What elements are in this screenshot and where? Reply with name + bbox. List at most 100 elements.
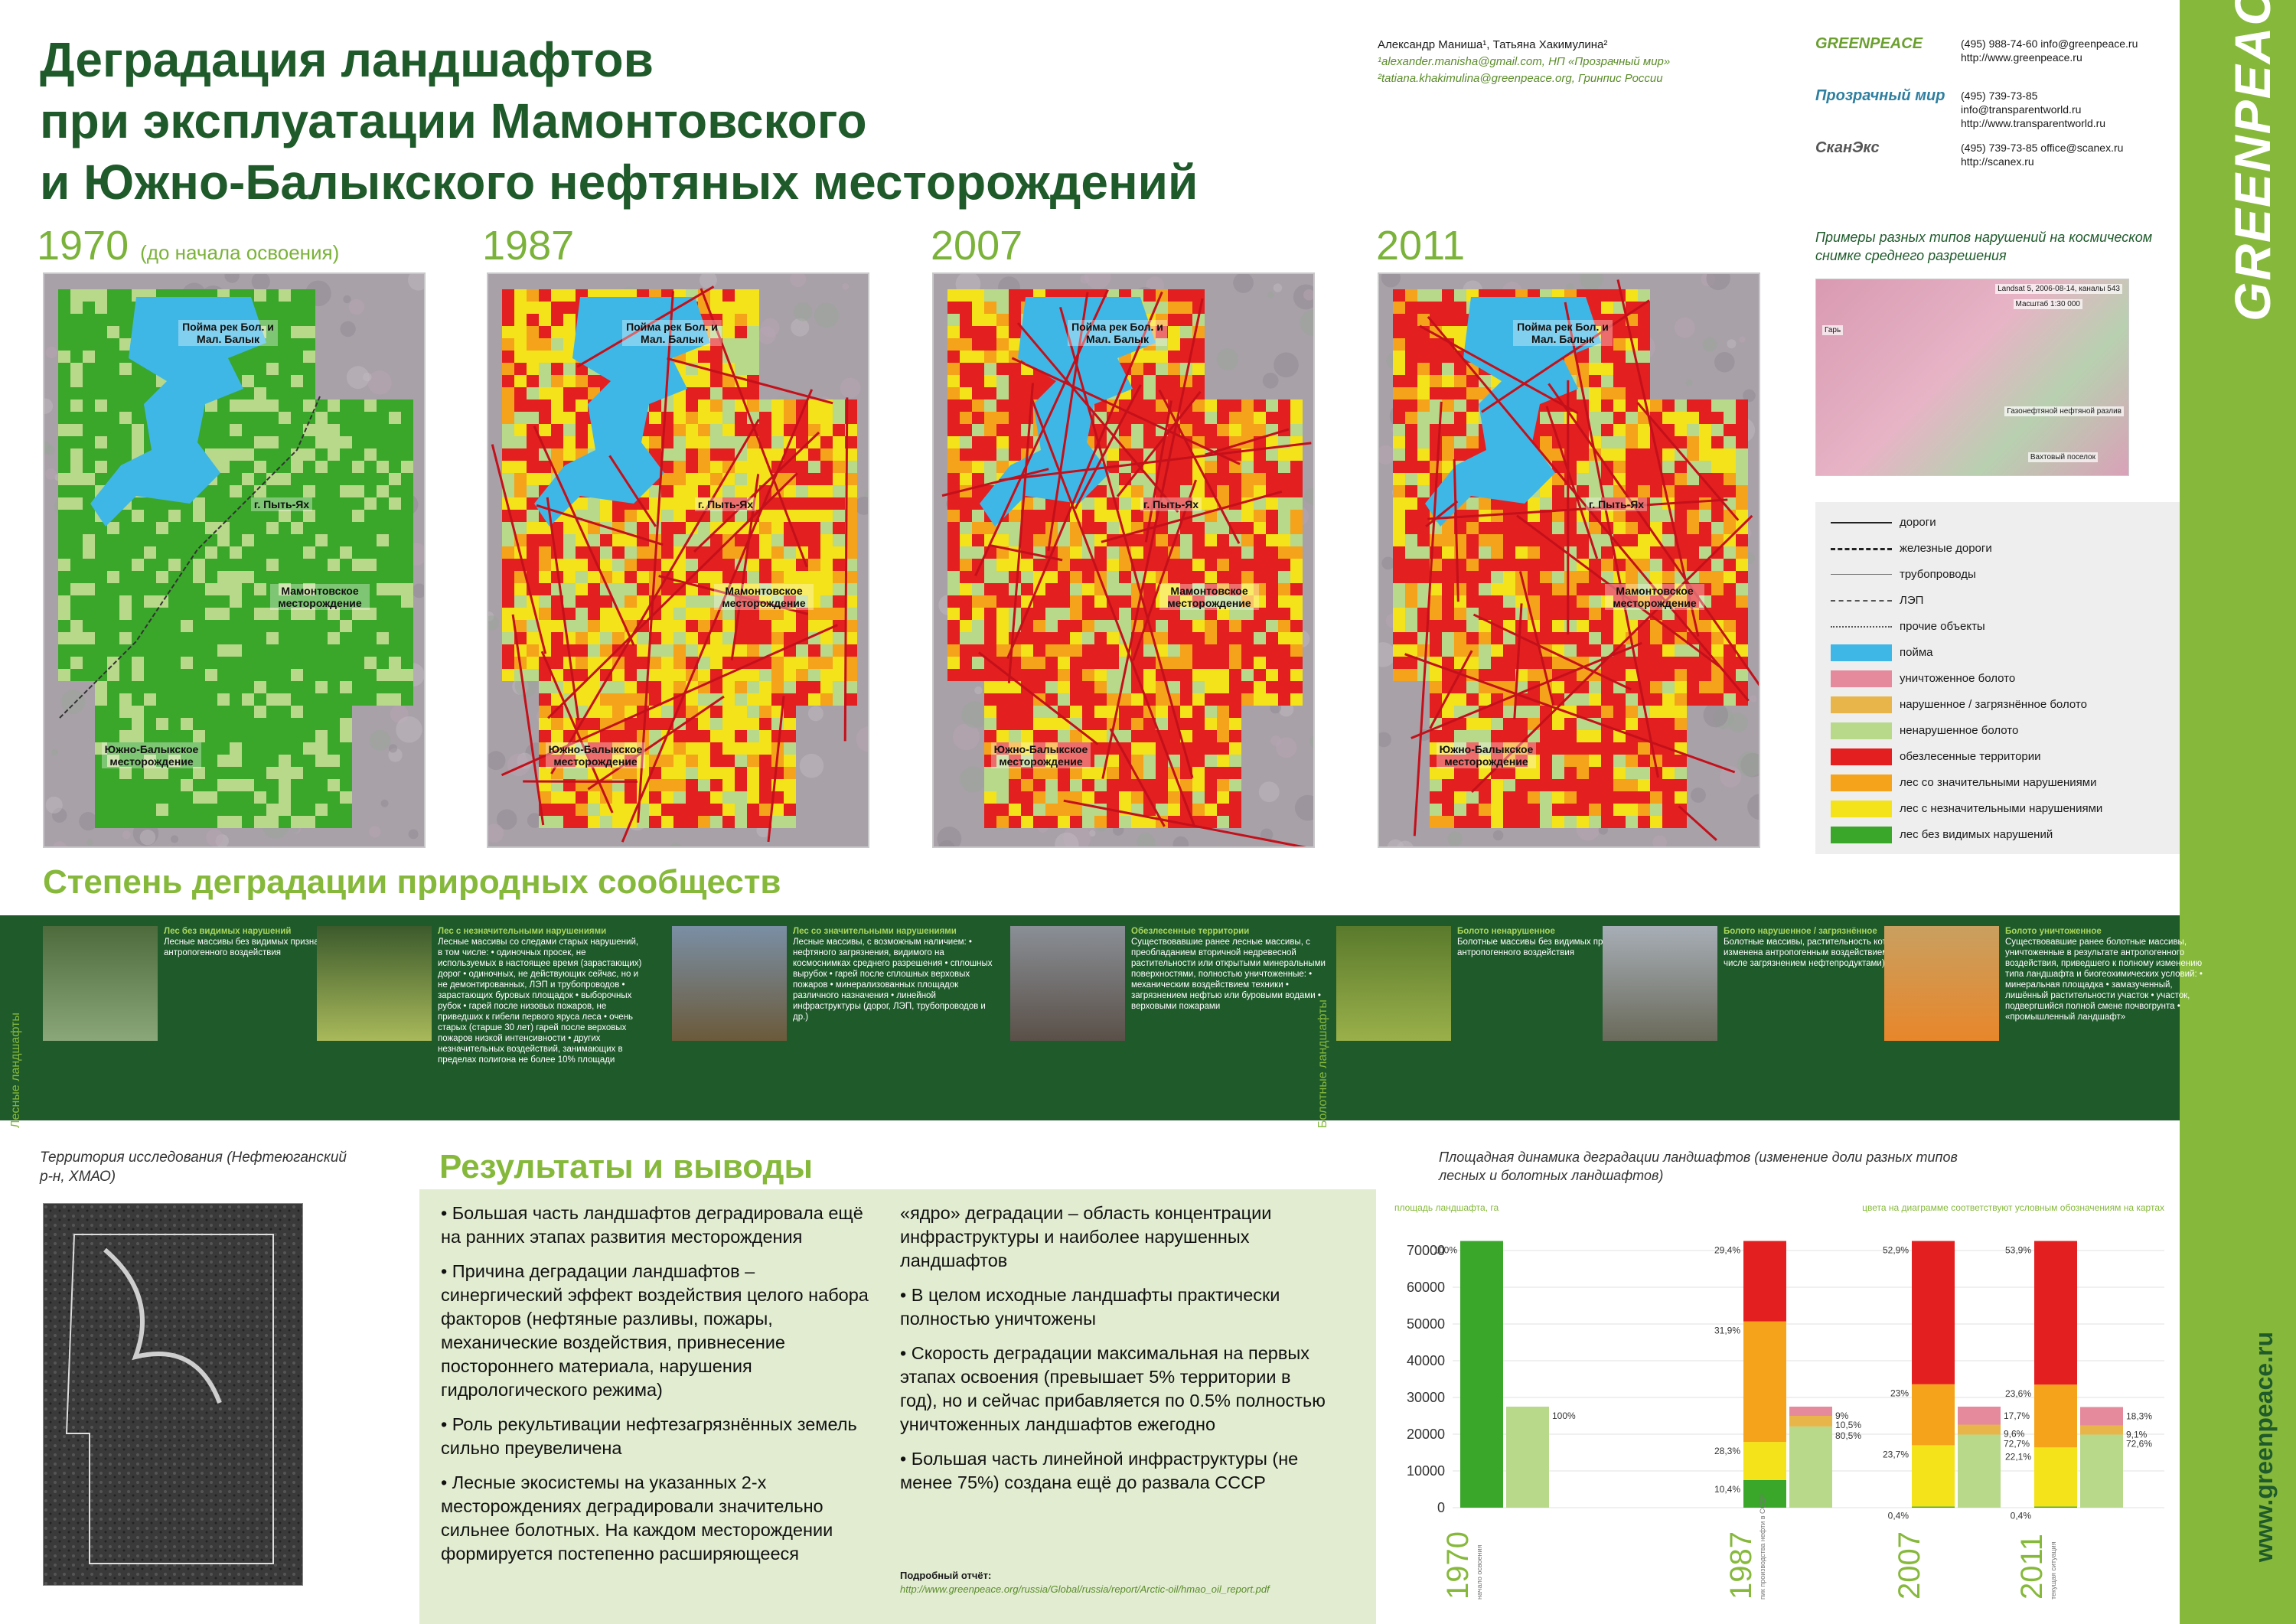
landscape-cell xyxy=(1180,559,1192,571)
map-place-label: Пойма рек Бол. и Мал. Балык xyxy=(178,320,278,346)
contact-line[interactable]: http://www.transparentworld.ru xyxy=(1961,116,2167,130)
contact-line[interactable]: (495) 739-73-85 xyxy=(1961,89,2167,103)
landscape-cell xyxy=(279,485,291,497)
landscape-cell xyxy=(686,387,698,399)
author-affiliation[interactable]: ²tatiana.khakimulina@greenpeace.org, Гри… xyxy=(1378,70,1806,87)
contact-line[interactable]: http://www.greenpeace.ru xyxy=(1961,51,2167,64)
map-2011[interactable]: Пойма рек Бол. и Мал. Балык г. Пыть-Ях Мам… xyxy=(1378,272,1760,848)
greenpeace-url[interactable]: www.greenpeace.ru xyxy=(2250,1332,2278,1562)
landscape-cell xyxy=(1266,571,1278,583)
landscape-cell xyxy=(230,461,242,473)
landscape-cell xyxy=(600,632,612,644)
landscape-cell xyxy=(1638,644,1650,657)
landscape-cell xyxy=(984,436,996,448)
landscape-cell xyxy=(637,571,649,583)
landscape-cell xyxy=(1156,412,1168,424)
landscape-cell xyxy=(673,791,686,804)
landscape-cell xyxy=(132,412,144,424)
landscape-cell xyxy=(266,485,279,497)
contact-line[interactable]: http://scanex.ru xyxy=(1961,155,2167,168)
landscape-cell xyxy=(315,681,328,693)
landscape-cell xyxy=(315,461,328,473)
landscape-cell xyxy=(539,412,551,424)
landscape-cell xyxy=(315,436,328,448)
landscape-cell xyxy=(686,620,698,632)
landscape-cell xyxy=(771,571,784,583)
landscape-cell xyxy=(291,693,303,706)
landscape-cell xyxy=(600,595,612,608)
landscape-cell xyxy=(1107,816,1119,828)
landscape-cell xyxy=(1699,669,1711,681)
landscape-cell xyxy=(947,644,960,657)
landscape-cell xyxy=(1045,510,1058,522)
landscape-cell xyxy=(205,755,217,767)
landscape-cell xyxy=(698,412,710,424)
landscape-cell xyxy=(205,510,217,522)
author-affiliation[interactable]: ¹alexander.manisha@gmail.com, НП «Прозра… xyxy=(1378,54,1806,70)
landscape-cell xyxy=(315,669,328,681)
landscape-cell xyxy=(291,302,303,314)
satellite-texture xyxy=(799,753,824,778)
landscape-cell xyxy=(389,632,401,644)
landscape-cell xyxy=(1454,620,1466,632)
landscape-cell xyxy=(1009,326,1021,338)
satellite-texture xyxy=(139,829,156,846)
landscape-cell xyxy=(1699,461,1711,473)
landscape-cell xyxy=(947,314,960,326)
landscape-cell xyxy=(996,534,1009,546)
landscape-cell xyxy=(735,791,747,804)
landscape-cell xyxy=(1711,436,1724,448)
landscape-cell xyxy=(340,448,352,461)
landscape-cell xyxy=(735,363,747,375)
landscape-cell xyxy=(1045,657,1058,669)
landscape-cell xyxy=(1229,571,1241,583)
landscape-cell xyxy=(759,755,771,767)
landscape-cell xyxy=(1515,522,1528,534)
landscape-cell xyxy=(1058,632,1070,644)
landscape-cell xyxy=(58,559,70,571)
landscape-cell xyxy=(551,424,563,436)
landscape-cell xyxy=(1205,767,1217,779)
landscape-cell xyxy=(70,595,83,608)
contact-line[interactable]: (495) 988-74-60 info@greenpeace.ru xyxy=(1961,37,2167,51)
landscape-cell xyxy=(315,399,328,412)
landscape-cell xyxy=(1589,363,1601,375)
landscape-cell xyxy=(279,681,291,693)
landscape-cell xyxy=(1466,399,1479,412)
landscape-cell xyxy=(1662,412,1675,424)
landscape-cell xyxy=(156,571,168,583)
landscape-cell xyxy=(960,546,972,559)
landscape-cell xyxy=(119,816,132,828)
landscape-cell xyxy=(389,595,401,608)
landscape-cell xyxy=(95,718,107,730)
landscape-cell xyxy=(722,424,735,436)
contact-line[interactable]: info@transparentworld.ru xyxy=(1961,103,2167,116)
landscape-cell xyxy=(242,473,254,485)
landscape-cell xyxy=(996,289,1009,302)
landscape-cell xyxy=(1143,424,1156,436)
landscape-cell xyxy=(833,448,845,461)
landscape-cell xyxy=(1033,632,1045,644)
landscape-cell xyxy=(833,583,845,595)
landscape-cell xyxy=(661,534,673,546)
landscape-cell xyxy=(984,681,996,693)
map-1970[interactable]: Пойма рек Бол. и Мал. Балык г. Пыть-Ях Мам… xyxy=(43,272,426,848)
landscape-cell xyxy=(698,779,710,791)
landscape-cell xyxy=(808,448,820,461)
map-2007[interactable]: Пойма рек Бол. и Мал. Балык г. Пыть-Ях Мам… xyxy=(932,272,1315,848)
map-1987[interactable]: Пойма рек Бол. и Мал. Балык г. Пыть-Ях Мам… xyxy=(487,272,869,848)
landscape-cell xyxy=(600,693,612,706)
contact-line[interactable]: (495) 739-73-85 office@scanex.ru xyxy=(1961,141,2167,155)
landscape-cell xyxy=(698,351,710,363)
landscape-cell xyxy=(1290,546,1303,559)
landscape-cell xyxy=(168,608,181,620)
landscape-cell xyxy=(1217,816,1229,828)
landscape-cell xyxy=(771,522,784,534)
landscape-cell xyxy=(266,681,279,693)
landscape-cell xyxy=(1564,583,1577,595)
landscape-cell xyxy=(1192,669,1205,681)
satellite-texture xyxy=(1714,351,1735,373)
landscape-cell xyxy=(119,522,132,534)
landscape-cell xyxy=(1290,632,1303,644)
landscape-cell xyxy=(1699,424,1711,436)
